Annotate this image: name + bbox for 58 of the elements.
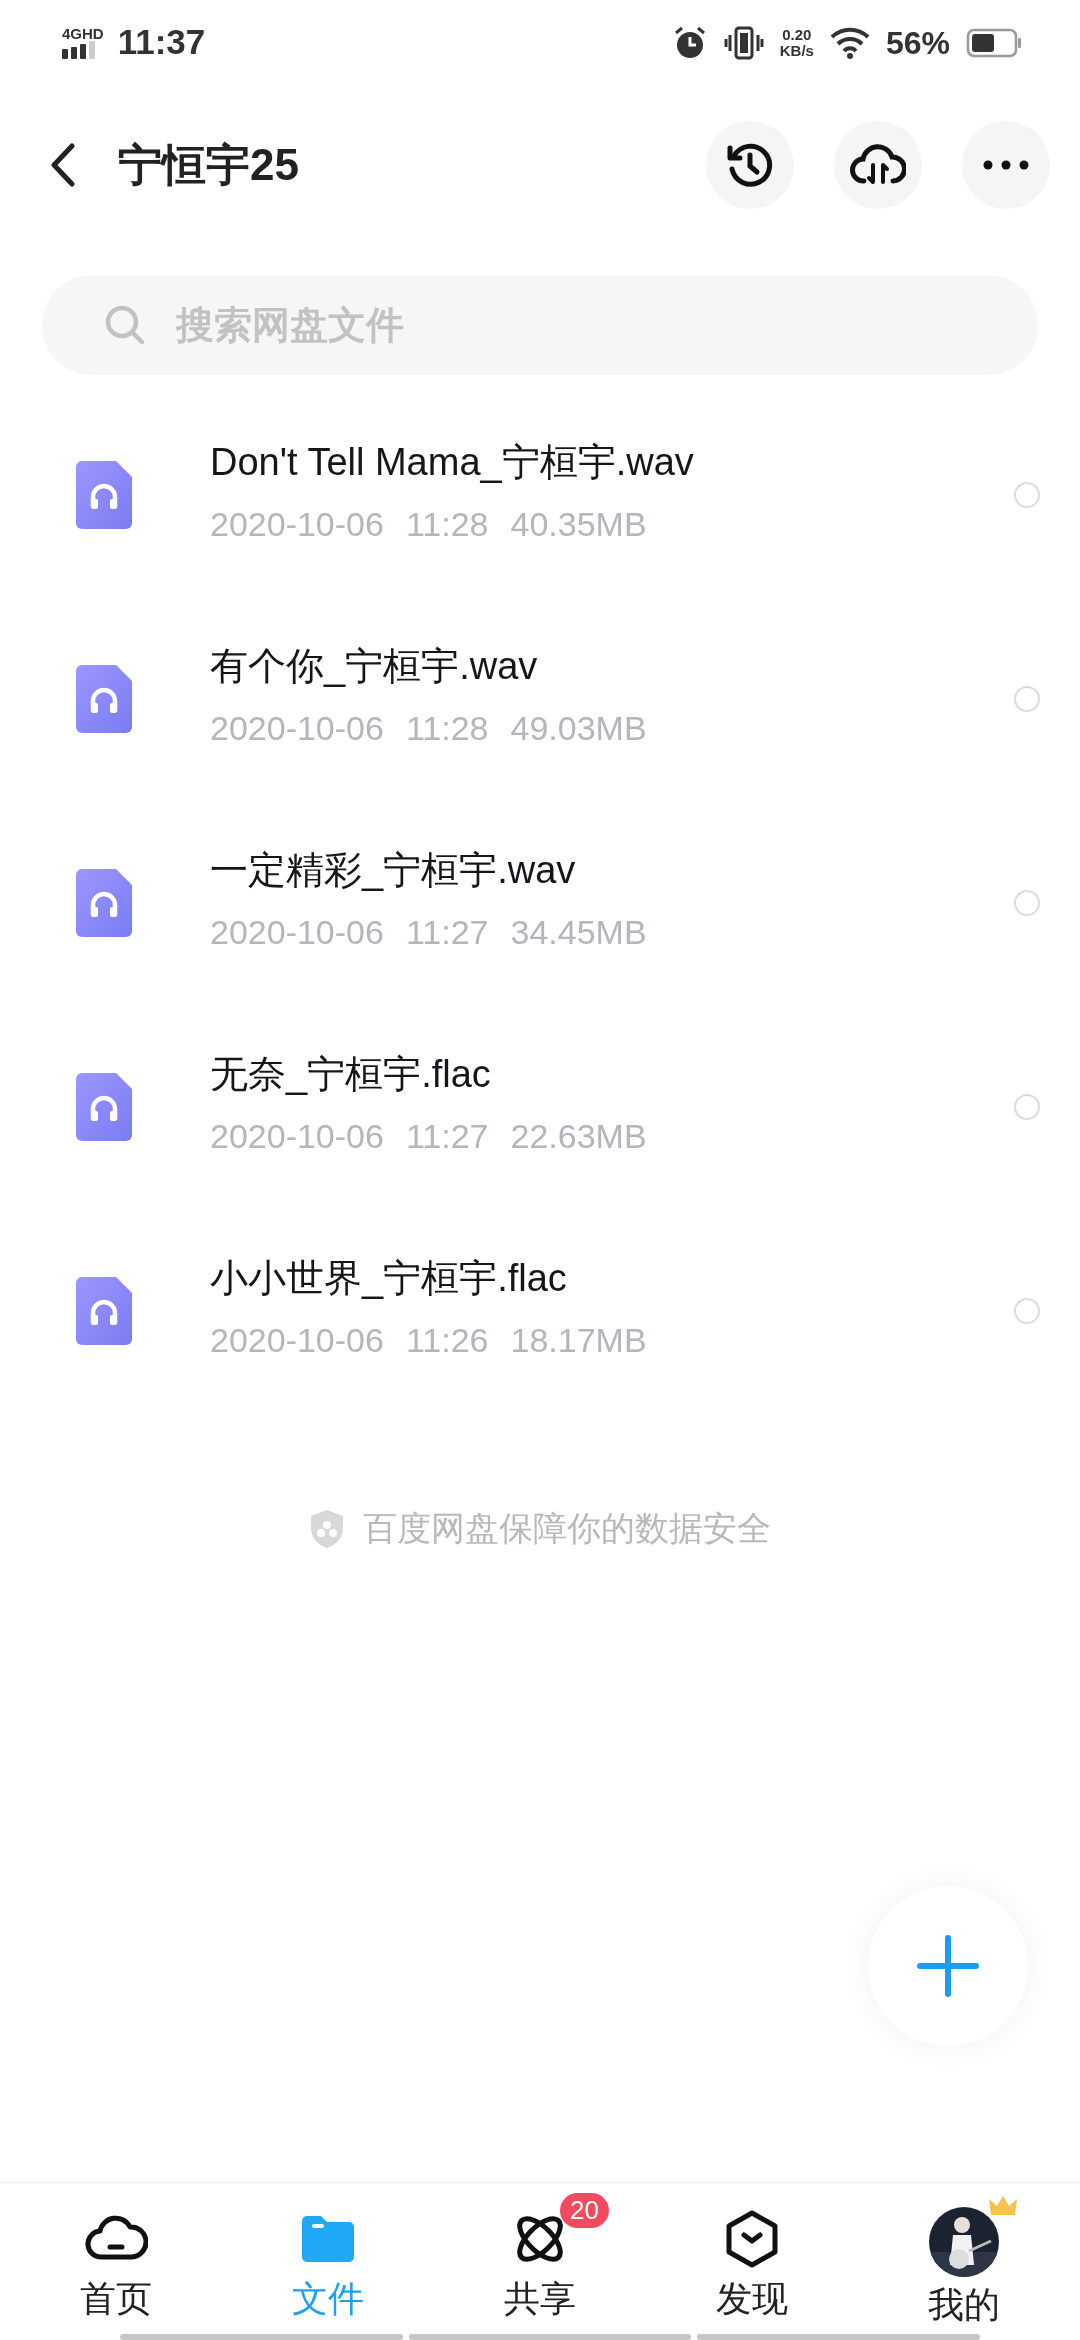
select-radio[interactable]	[1014, 890, 1040, 916]
vibrate-icon	[723, 24, 764, 61]
back-icon	[50, 143, 76, 187]
audio-file-icon	[76, 869, 132, 937]
tab-item[interactable]: 共享 20	[434, 2183, 646, 2334]
more-icon	[983, 160, 1029, 170]
tab-item[interactable]: 首页	[10, 2183, 222, 2334]
audio-file-icon	[76, 665, 132, 733]
battery-icon	[966, 27, 1022, 58]
audio-file-icon	[76, 1073, 132, 1141]
audio-file-icon	[76, 1277, 132, 1345]
select-radio[interactable]	[1014, 686, 1040, 712]
crown-icon	[989, 2195, 1017, 2217]
battery-percent: 56%	[885, 23, 950, 63]
file-date: 2020-10-06	[210, 1320, 384, 1362]
file-time: 11:27	[405, 1116, 489, 1158]
file-date: 2020-10-06	[210, 912, 384, 954]
select-radio[interactable]	[1014, 482, 1040, 508]
speed-unit: KB/s	[779, 42, 814, 59]
file-time: 11:28	[405, 504, 489, 546]
tab-item[interactable]: 发现	[646, 2183, 858, 2334]
search-icon	[104, 304, 146, 346]
plus-icon	[916, 1934, 980, 1998]
security-note: 百度网盘保障你的数据安全	[363, 1508, 771, 1549]
network-speed: 0.20	[782, 26, 812, 43]
file-name: 一定精彩_宁桓宇.wav	[210, 847, 577, 893]
count-badge: 20	[560, 2193, 609, 2229]
status-time: 11:37	[117, 21, 206, 64]
file-date: 2020-10-06	[210, 504, 384, 546]
file-time: 11:28	[405, 708, 489, 750]
tab-item[interactable]: 我的	[858, 2183, 1070, 2334]
audio-file-icon	[76, 461, 132, 529]
file-name: 有个你_宁桓宇.wav	[210, 643, 539, 689]
folder-title: 宁恒宇25	[118, 139, 299, 191]
file-row[interactable]: Don't Tell Mama_宁桓宇.wav 2020-10-06 11:28 40.35MB	[0, 393, 1080, 597]
file-size: 18.17MB	[510, 1320, 647, 1362]
select-radio[interactable]	[1014, 1094, 1040, 1120]
file-size: 34.45MB	[510, 912, 647, 954]
file-row[interactable]: 小小世界_宁桓宇.flac 2020-10-06 11:26 18.17MB	[0, 1209, 1080, 1413]
file-row[interactable]: 一定精彩_宁桓宇.wav 2020-10-06 11:27 34.45MB	[0, 801, 1080, 1005]
signal-icon	[62, 41, 96, 59]
select-radio[interactable]	[1014, 1298, 1040, 1324]
file-name: 小小世界_宁桓宇.flac	[210, 1255, 568, 1301]
file-name: Don't Tell Mama_宁桓宇.wav	[210, 439, 694, 485]
shield-icon	[309, 1508, 345, 1549]
file-time: 11:27	[405, 912, 489, 954]
file-row[interactable]: 无奈_宁桓宇.flac 2020-10-06 11:27 22.63MB	[0, 1005, 1080, 1209]
back-button[interactable]	[50, 143, 76, 187]
file-name: 无奈_宁桓宇.flac	[210, 1051, 492, 1097]
network-label: 4GHD	[62, 26, 104, 41]
file-size: 49.03MB	[510, 708, 647, 750]
file-date: 2020-10-06	[210, 708, 384, 750]
wifi-icon	[829, 26, 870, 59]
file-size: 40.35MB	[510, 504, 647, 546]
file-size: 22.63MB	[510, 1116, 647, 1158]
file-row[interactable]: 有个你_宁桓宇.wav 2020-10-06 11:28 49.03MB	[0, 597, 1080, 801]
file-date: 2020-10-06	[210, 1116, 384, 1158]
file-time: 11:26	[405, 1320, 489, 1362]
